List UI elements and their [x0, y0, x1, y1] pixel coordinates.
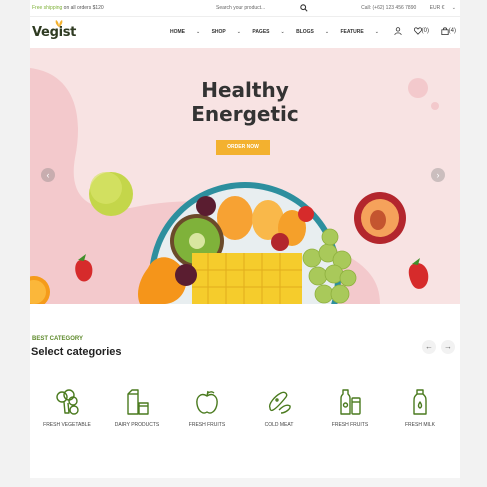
milk-carton-icon: [127, 389, 149, 415]
category-label: FRESH FRUITS: [188, 422, 226, 428]
chevron-down-icon: ⌄: [196, 29, 201, 35]
wishlist-count: (0): [421, 28, 429, 34]
cart-count: (4): [448, 28, 456, 34]
search-placeholder: Search your product...: [216, 5, 266, 11]
category-next-button[interactable]: →: [441, 340, 455, 354]
next-section-strip: [30, 478, 460, 487]
user-icon: [394, 27, 402, 35]
top-bar: Free shipping on all orders $120 Search …: [30, 0, 460, 17]
main-nav: HOME ⌄ SHOP ⌄ PAGES ⌄ BLOGS ⌄ FEATURE ⌄: [170, 29, 389, 35]
strawberry-in-bowl: [271, 233, 289, 251]
cart-button[interactable]: (4): [441, 27, 456, 35]
logo[interactable]: Vegist: [32, 20, 76, 40]
chevron-down-icon: ⌄: [280, 29, 285, 35]
chevron-right-icon: ›: [436, 170, 440, 180]
category-label: FRESH VEGETABLE: [43, 422, 91, 428]
chevron-down-icon: ⌄: [374, 29, 379, 35]
category-section-title: Select categories: [31, 346, 122, 358]
category-item[interactable]: FRESH VEGETABLE: [37, 388, 97, 428]
hero-banner: Healthy Energetic ORDER NOW ‹ ›: [30, 48, 460, 304]
category-label: FRESH MILK: [404, 422, 435, 428]
bag-icon: [441, 27, 449, 35]
order-now-button[interactable]: ORDER NOW: [216, 140, 270, 155]
category-item[interactable]: FRESH MILK: [390, 388, 450, 428]
header-icons: (0) (4): [384, 27, 456, 37]
category-item[interactable]: DAIRY PRODUCTS: [107, 388, 167, 428]
sausage-icon: [268, 391, 291, 414]
juice-bottle-icon: [340, 389, 361, 415]
nav-item-home[interactable]: HOME ⌄: [170, 29, 200, 35]
search-icon[interactable]: [300, 4, 308, 12]
category-label: COLD MEAT: [264, 422, 294, 428]
category-item[interactable]: FRESH FRUITS: [177, 388, 237, 428]
strawberry: [408, 262, 429, 289]
strawberry-in-bowl: [298, 206, 314, 222]
dark-grape: [196, 196, 216, 216]
category-item[interactable]: COLD MEAT: [249, 388, 309, 428]
arrow-right-icon: →: [444, 342, 452, 351]
dark-grape: [175, 264, 197, 286]
category-kicker: BEST CATEGORY: [32, 336, 84, 342]
leaf-icon: [55, 20, 63, 27]
nav-item-shop[interactable]: SHOP ⌄: [212, 29, 241, 35]
chevron-down-icon: ⌄: [451, 5, 456, 11]
shipping-notice: Free shipping on all orders $120: [32, 5, 104, 11]
milk-bottle-icon: [413, 389, 427, 415]
arrow-left-icon: ←: [425, 342, 433, 351]
nav-item-feature[interactable]: FEATURE ⌄: [340, 29, 378, 35]
broccoli-icon: [56, 389, 79, 415]
main-header: Vegist HOME ⌄ SHOP ⌄ PAGES ⌄ BLOGS ⌄ FEATURE…: [30, 17, 460, 47]
category-label: FRESH FRUITS: [331, 422, 369, 428]
topbar-right: Call: (+62) 123 456 7890 EUR € ⌄: [355, 5, 456, 11]
hero-title: Healthy Energetic: [191, 78, 299, 126]
search-input[interactable]: Search your product...: [216, 4, 308, 13]
wishlist-button[interactable]: (0): [413, 27, 429, 35]
heart-icon: [413, 27, 422, 35]
hero-prev-button[interactable]: ‹: [41, 168, 55, 182]
chevron-down-icon: ⌄: [236, 29, 241, 35]
account-button[interactable]: [394, 27, 402, 35]
apple-icon: [196, 390, 218, 414]
call-text: Call: (+62) 123 456 7890: [361, 5, 417, 11]
chevron-left-icon: ‹: [46, 170, 50, 180]
currency-select[interactable]: EUR € ⌄: [424, 5, 456, 11]
category-label: DAIRY PRODUCTS: [114, 422, 160, 428]
chevron-down-icon: ⌄: [324, 29, 330, 35]
hero-next-button[interactable]: ›: [431, 168, 445, 182]
category-prev-button[interactable]: ←: [422, 340, 436, 354]
page: Free shipping on all orders $120 Search …: [30, 0, 460, 487]
nav-item-pages[interactable]: PAGES ⌄: [252, 29, 284, 35]
nav-item-blogs[interactable]: BLOGS ⌄: [296, 29, 329, 35]
category-item[interactable]: FRESH FRUITS: [320, 388, 380, 428]
